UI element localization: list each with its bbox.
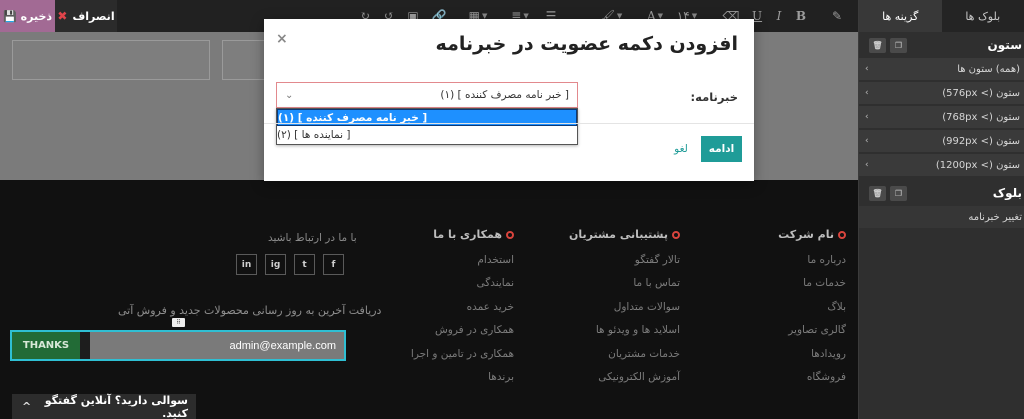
chevron-up-icon[interactable]: ^ [22, 400, 31, 413]
footer-link[interactable]: تالار گفتگو [569, 254, 680, 277]
twitter-icon[interactable]: t [294, 254, 315, 275]
newsletter-email-input[interactable]: admin@example.com [90, 332, 344, 359]
footer-link[interactable]: تماس با ما [569, 277, 680, 300]
sidebar-item-all-columns[interactable]: ‹ (همه) ستون ها [859, 58, 1024, 80]
footer-link[interactable]: درباره ما [778, 254, 846, 277]
facebook-icon[interactable]: f [323, 254, 344, 275]
site-footer: نام شرکت درباره ما خدمات ما بلاگ گالری ت… [0, 180, 858, 419]
contact-title: با ما در ارتباط باشید [268, 232, 357, 244]
duplicate-icon[interactable]: ❐ [890, 37, 907, 53]
option-representatives[interactable]: [ نماینده ها ] (۲) [277, 126, 577, 143]
chevron-left-icon: ‹ [865, 112, 869, 122]
chevron-down-icon: ⌄ [285, 89, 294, 101]
bullet-icon [672, 230, 680, 239]
dialog-title: افزودن دکمه عضویت در خبرنامه [435, 33, 738, 55]
bullet-icon [838, 230, 846, 239]
sidebar-item-change-newsletter[interactable]: تغییر خبرنامه [859, 206, 1024, 228]
footer-link[interactable]: خدمات ما [778, 277, 846, 300]
live-chat-bar[interactable]: ^ سوالی دارید؟ آنلاین گفتگو کنید. [12, 394, 196, 419]
footer-link[interactable]: سوالات متداول [569, 301, 680, 324]
newsletter-field-label: خبرنامه: [690, 90, 738, 104]
footer-link[interactable]: همکاری در فروش [411, 324, 514, 347]
editor-sidebar: بلوک ها گزینه ها 🗑 ❐ ستون ‹ (همه) ستون ها… [858, 0, 1024, 419]
sidebar-item-column-1200[interactable]: ‹ ستون (> 1200px) [859, 154, 1024, 176]
footer-link[interactable]: بلاگ [778, 301, 846, 324]
continue-button[interactable]: ادامه [701, 136, 742, 162]
footer-link[interactable]: برندها [411, 371, 514, 394]
newsletter-submit-button[interactable]: THANKS [12, 332, 80, 359]
bullet-icon [506, 230, 514, 239]
newsletter-options-list: [ خبر نامه مصرف کننده ] (۱) [ نماینده ها… [276, 108, 578, 145]
footer-link[interactable]: استخدام [411, 254, 514, 277]
content-block[interactable] [12, 40, 210, 80]
linkedin-icon[interactable]: in [236, 254, 257, 275]
cancel-button[interactable]: لغو [666, 136, 696, 162]
floppy-icon: 💾 [2, 9, 17, 23]
footer-link[interactable]: خدمات مشتریان [569, 348, 680, 371]
italic-icon[interactable]: I [768, 7, 790, 25]
sidebar-tabs: بلوک ها گزینه ها [859, 0, 1024, 32]
newsletter-title: دریافت آخرین به روز رسانی محصولات جدید و… [118, 304, 382, 317]
column-section-header: 🗑 ❐ ستون [859, 32, 1024, 58]
tab-options[interactable]: گزینه ها [859, 0, 942, 32]
footer-link[interactable]: اسلاید ها و ویدئو ها [569, 324, 680, 347]
save-button[interactable]: 💾 ذخیره [0, 0, 55, 32]
save-label: ذخیره [20, 9, 53, 23]
sidebar-item-column-992[interactable]: ‹ ستون (> 992px) [859, 130, 1024, 152]
sidebar-item-column-768[interactable]: ‹ ستون (> 768px) [859, 106, 1024, 128]
tab-blocks[interactable]: بلوک ها [942, 0, 1024, 32]
sidebar-item-column-576[interactable]: ‹ ستون (> 576px) [859, 82, 1024, 104]
bold-icon[interactable]: B [790, 7, 812, 25]
footer-link[interactable]: رویدادها [778, 348, 846, 371]
footer-column-company: نام شرکت درباره ما خدمات ما بلاگ گالری ت… [778, 228, 846, 394]
duplicate-icon[interactable]: ❐ [890, 185, 907, 201]
close-icon[interactable]: × [276, 31, 288, 47]
chevron-left-icon: ‹ [865, 160, 869, 170]
footer-link[interactable]: همکاری در تامین و اجرا [411, 348, 514, 371]
drag-handle-icon[interactable]: ⠿ [172, 318, 185, 327]
form-separator [80, 332, 90, 359]
footer-link[interactable]: نمایندگی [411, 277, 514, 300]
footer-link[interactable]: فروشگاه [778, 371, 846, 394]
chevron-left-icon: ‹ [865, 136, 869, 146]
selected-value: [ خبر نامه مصرف کننده ] (۱) [440, 89, 569, 101]
trash-icon[interactable]: 🗑 [869, 185, 886, 201]
newsletter-subscribe-dialog: × افزودن دکمه عضویت در خبرنامه خبرنامه: … [264, 19, 754, 181]
footer-link[interactable]: آموزش الکترونیکی [569, 371, 680, 394]
chevron-left-icon: ‹ [865, 64, 869, 74]
magic-wand-icon[interactable]: ✎ [826, 7, 848, 25]
divider [264, 123, 754, 124]
footer-column-partnership: همکاری با ما استخدام نمایندگی خرید عمده … [411, 228, 514, 394]
social-links: in ig t f [236, 254, 344, 275]
footer-link[interactable]: خرید عمده [411, 301, 514, 324]
chat-text: سوالی دارید؟ آنلاین گفتگو کنید. [44, 393, 188, 419]
close-icon: ✖ [57, 9, 68, 23]
discard-label: انصراف [72, 9, 115, 23]
chevron-left-icon: ‹ [865, 88, 869, 98]
footer-column-support: پشتیبانی مشتریان تالار گفتگو تماس با ما … [569, 228, 680, 394]
instagram-icon[interactable]: ig [265, 254, 286, 275]
newsletter-select[interactable]: ⌄ [ خبر نامه مصرف کننده ] (۱) [276, 82, 578, 108]
newsletter-form[interactable]: THANKS admin@example.com [10, 330, 346, 361]
discard-button[interactable]: ✖ انصراف [55, 0, 117, 32]
block-section-header: 🗑 ❐ بلوک [859, 180, 1024, 206]
footer-link[interactable]: گالری تصاویر [778, 324, 846, 347]
trash-icon[interactable]: 🗑 [869, 37, 886, 53]
